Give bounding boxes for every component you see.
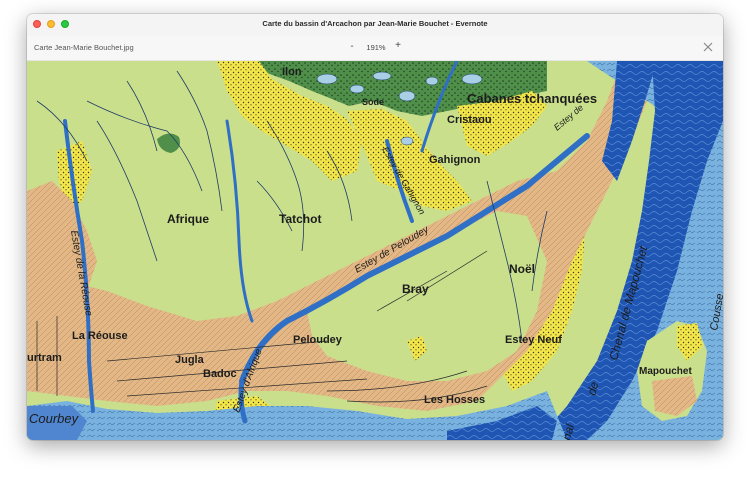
label-la-reouse: La Réouse: [72, 330, 128, 342]
label-gahignon: Gahignon: [429, 154, 481, 166]
zoom-level: 191%: [366, 43, 386, 52]
label-courbey: Courbey: [29, 411, 80, 426]
label-tatchot: Tatchot: [279, 212, 321, 226]
close-icon[interactable]: [701, 40, 715, 54]
label-bray: Bray: [402, 282, 429, 296]
app-window: Carte du bassin d'Arcachon par Jean-Mari…: [27, 14, 723, 440]
label-afrique: Afrique: [167, 212, 209, 226]
map-canvas: Ilon Sode Cabanes tchanquées Cristaou Ga…: [27, 61, 723, 440]
window-title: Carte du bassin d'Arcachon par Jean-Mari…: [262, 19, 488, 28]
file-name: Carte Jean-Marie Bouchet.jpg: [34, 43, 134, 52]
label-jugla: Jugla: [175, 354, 205, 366]
map-image[interactable]: Ilon Sode Cabanes tchanquées Cristaou Ga…: [27, 61, 723, 440]
label-urtram: urtram: [27, 352, 62, 364]
label-badoc: Badoc: [203, 368, 237, 380]
label-noel: Noël: [509, 262, 535, 276]
title-bar: Carte du bassin d'Arcachon par Jean-Mari…: [27, 14, 723, 37]
label-estey-neuf: Estey Neuf: [505, 334, 562, 346]
label-sode: Sode: [362, 97, 384, 107]
label-mapouchet: Mapouchet: [639, 366, 692, 377]
label-les-hosses: Les Hosses: [424, 394, 485, 406]
label-cristaou: Cristaou: [447, 114, 492, 126]
label-peloudey: Peloudey: [293, 334, 343, 346]
zoom-out-button[interactable]: -: [347, 41, 357, 52]
zoom-in-button[interactable]: +: [393, 40, 403, 51]
label-ilon: Ilon: [282, 66, 302, 78]
viewer-toolbar: Carte Jean-Marie Bouchet.jpg - 191% +: [27, 36, 723, 61]
